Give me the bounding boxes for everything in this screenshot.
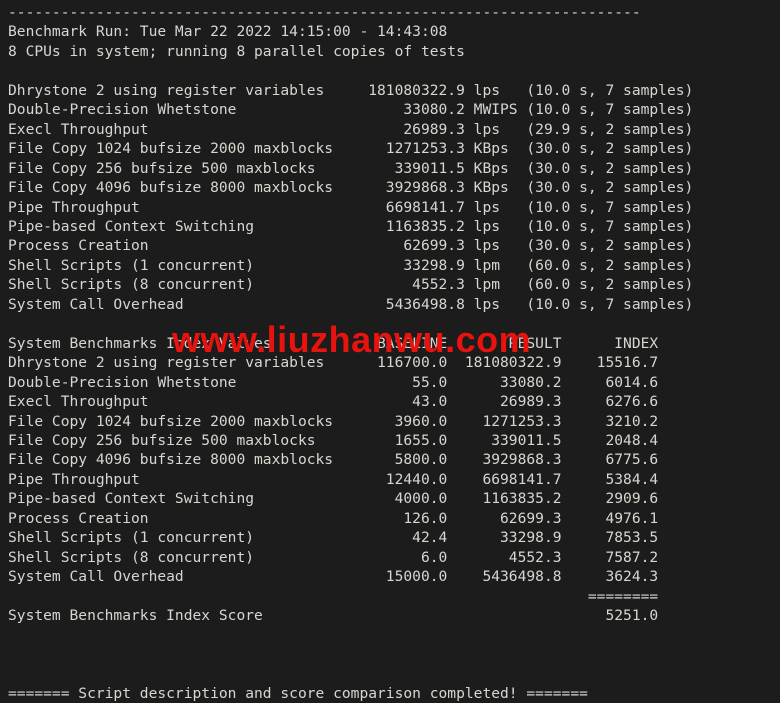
completion-line: ======= Script description and score com… [8, 684, 780, 703]
blank-line-4 [8, 645, 780, 664]
terminal-top-rule: ----------------------------------------… [8, 3, 780, 22]
index-table-header: System Benchmarks Index Values BASELINE … [8, 334, 780, 353]
blank-line-1 [8, 61, 780, 80]
index-score-line: System Benchmarks Index Score 5251.0 [8, 606, 780, 625]
index-separator: ======== [8, 587, 780, 606]
blank-line-3 [8, 626, 780, 645]
index-table-rows: Dhrystone 2 using register variables 116… [8, 353, 780, 586]
raw-results-block: Dhrystone 2 using register variables 181… [8, 81, 780, 314]
blank-line-2 [8, 314, 780, 333]
terminal-window: ----------------------------------------… [0, 0, 780, 688]
benchmark-run-line: Benchmark Run: Tue Mar 22 2022 14:15:00 … [8, 22, 780, 41]
blank-line-5 [8, 664, 780, 683]
cpu-count-line: 8 CPUs in system; running 8 parallel cop… [8, 42, 780, 61]
